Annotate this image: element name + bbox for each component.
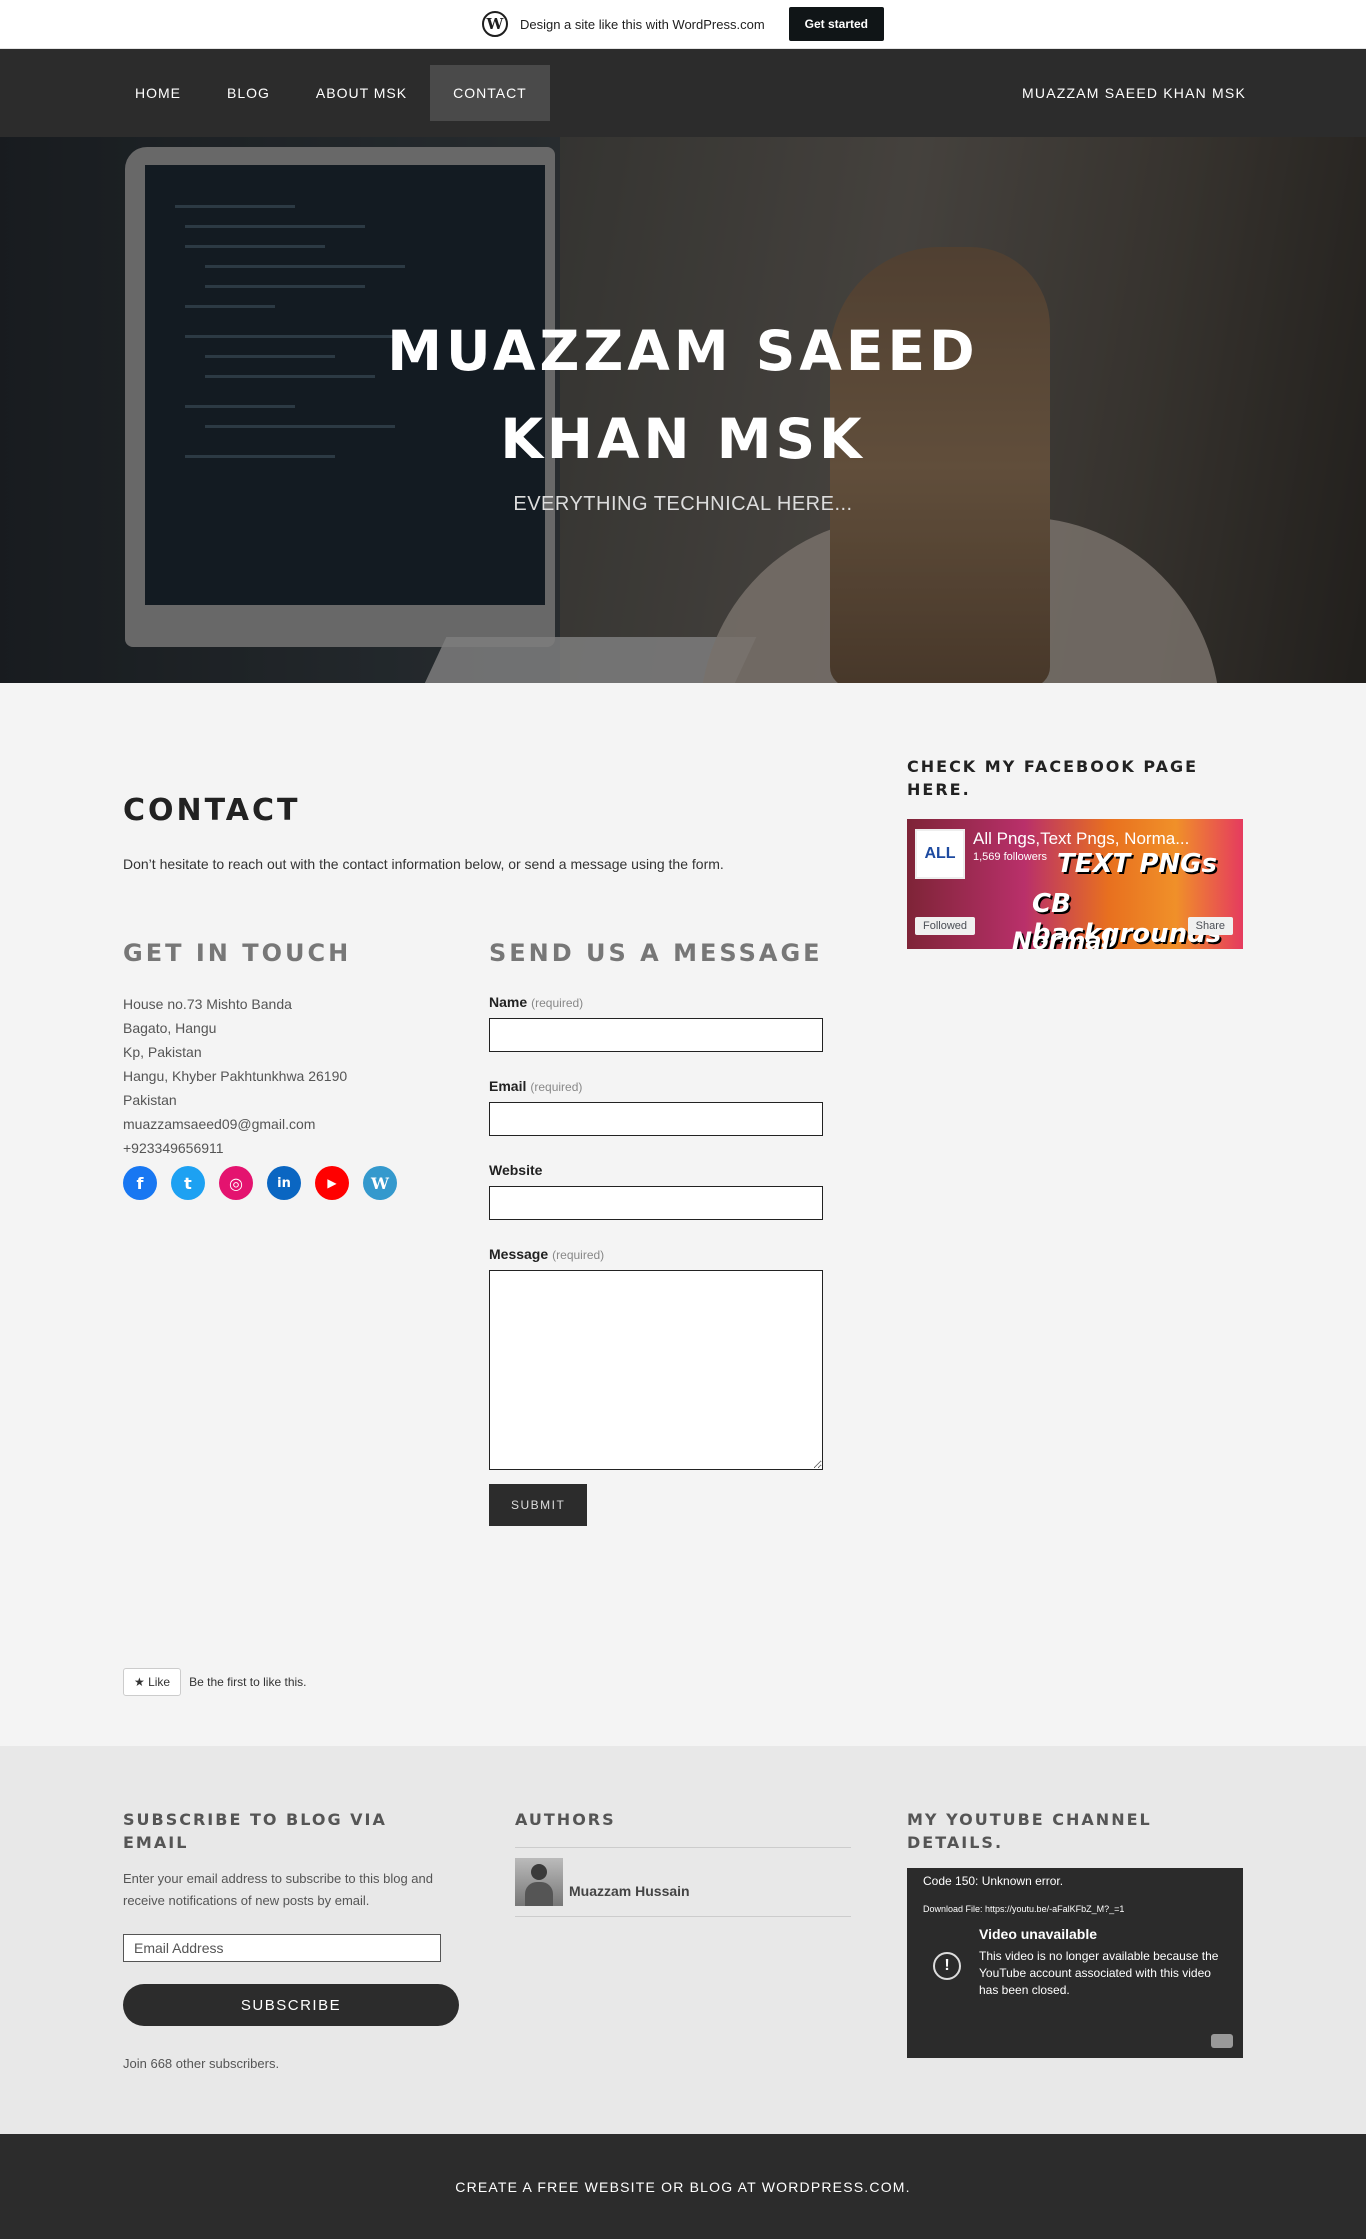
wordpress-icon[interactable]: W — [363, 1166, 397, 1200]
facebook-icon[interactable]: f — [123, 1166, 157, 1200]
address-line: Bagato, Hangu — [123, 1020, 217, 1036]
contact-address: House no.73 Mishto Banda Bagato, Hangu K… — [123, 992, 489, 1160]
page-intro: Don’t hesitate to reach out with the con… — [123, 856, 724, 872]
like-text: Be the first to like this. — [189, 1675, 307, 1689]
sidebar: CHECK MY FACEBOOK PAGE HERE. TEXT PNGs C… — [907, 755, 1243, 949]
youtube-heading: MY YOUTUBE CHANNEL DETAILS. — [907, 1810, 1152, 1852]
contact-email-link[interactable]: muazzamsaeed09@gmail.com — [123, 1112, 489, 1136]
nav-item-blog[interactable]: BLOG — [204, 65, 293, 121]
facebook-widget-heading: CHECK MY FACEBOOK PAGE HERE. — [907, 757, 1199, 799]
nav-item-home[interactable]: HOME — [112, 65, 204, 121]
fb-page-avatar[interactable]: ALL — [915, 829, 965, 879]
footer-wordpress-link[interactable]: CREATE A FREE WEBSITE OR BLOG AT WORDPRE… — [455, 2179, 910, 2195]
address-line: Pakistan — [123, 1092, 177, 1108]
name-label: Name (required) — [489, 994, 584, 1010]
site-name-link[interactable]: MUAZZAM SAEED KHAN MSK — [1022, 85, 1246, 101]
message-textarea[interactable] — [489, 1270, 823, 1470]
fb-page-name[interactable]: All Pngs,Text Pngs, Norma... — [973, 829, 1189, 849]
subscribe-widget: SUBSCRIBE TO BLOG VIA EMAIL Enter your e… — [123, 1808, 459, 2071]
wordpress-promo-bar: W Design a site like this with WordPress… — [0, 0, 1366, 49]
instagram-icon[interactable]: ◎ — [219, 1166, 253, 1200]
subscribe-button[interactable]: SUBSCRIBE — [123, 1984, 459, 2026]
address-line: Hangu, Khyber Pakhtunkhwa 26190 — [123, 1068, 348, 1084]
avatar[interactable] — [515, 1858, 563, 1906]
yt-download-link[interactable]: Download File: https://youtu.be/-aFalKFb… — [923, 1904, 1124, 1914]
contact-phone-link[interactable]: +923349656911 — [123, 1136, 489, 1160]
subscribe-text: Enter your email address to subscribe to… — [123, 1871, 434, 1908]
contact-article: CONTACT Don’t hesitate to reach out with… — [123, 793, 823, 1526]
youtube-logo-icon[interactable] — [1211, 2034, 1233, 2048]
subscribe-email-input[interactable] — [123, 1934, 441, 1962]
page-title: CONTACT — [123, 793, 301, 828]
fb-share-button[interactable]: Share — [1187, 917, 1233, 935]
address-line: House no.73 Mishto Banda — [123, 996, 292, 1012]
send-message-heading: SEND US A MESSAGE — [489, 939, 823, 967]
hero-banner: MUAZZAM SAEED KHAN MSK EVERYTHING TECHNI… — [0, 137, 1366, 683]
social-icons: f t ◎ in ▶ W — [123, 1166, 489, 1200]
nav-menu: HOME BLOG ABOUT MSK CONTACT — [112, 65, 550, 121]
website-label: Website — [489, 1162, 543, 1178]
submit-button[interactable]: SUBMIT — [489, 1484, 588, 1526]
fb-followers-count: 1,569 followers — [973, 851, 1047, 863]
main-navigation: HOME BLOG ABOUT MSK CONTACT MUAZZAM SAEE… — [0, 49, 1366, 137]
youtube-icon[interactable]: ▶ — [315, 1166, 349, 1200]
fb-followed-button[interactable]: Followed — [915, 917, 976, 935]
yt-unavailable-title: Video unavailable — [979, 1926, 1098, 1942]
warning-icon: ! — [933, 1952, 961, 1980]
author-list-item[interactable]: Muazzam Hussain — [515, 1847, 851, 1917]
name-input[interactable] — [489, 1018, 823, 1052]
yt-unavailable-message: This video is no longer available becaus… — [979, 1949, 1219, 1997]
like-widget: ★ Like Be the first to like this. — [123, 1668, 307, 1696]
like-button[interactable]: ★ Like — [123, 1668, 182, 1696]
email-input[interactable] — [489, 1102, 823, 1136]
website-input[interactable] — [489, 1186, 823, 1220]
contact-form: SEND US A MESSAGE Name (required) Email (r… — [489, 936, 823, 1526]
nav-item-about[interactable]: ABOUT MSK — [293, 65, 430, 121]
facebook-page-widget[interactable]: TEXT PNGs CB backgrounds Normal Backgrou… — [907, 819, 1243, 949]
get-started-button[interactable]: Get started — [788, 7, 885, 41]
twitter-icon[interactable]: t — [171, 1166, 205, 1200]
promo-text[interactable]: Design a site like this with WordPress.c… — [520, 17, 765, 32]
wordpress-logo-icon[interactable]: W — [481, 11, 508, 37]
subscribe-heading: SUBSCRIBE TO BLOG VIA EMAIL — [123, 1810, 387, 1852]
linkedin-icon[interactable]: in — [267, 1166, 301, 1200]
footer-widgets: SUBSCRIBE TO BLOG VIA EMAIL Enter your e… — [0, 1746, 1366, 2134]
get-in-touch-section: GET IN TOUCH House no.73 Mishto Banda Ba… — [123, 936, 489, 1526]
nav-item-contact[interactable]: CONTACT — [430, 65, 550, 121]
main-content: CONTACT Don’t hesitate to reach out with… — [0, 683, 1366, 1746]
youtube-player[interactable]: Code 150: Unknown error. Download File: … — [907, 1868, 1243, 2058]
site-title[interactable]: MUAZZAM SAEED KHAN MSK — [373, 307, 993, 483]
email-label: Email (required) — [489, 1078, 583, 1094]
site-tagline: EVERYTHING TECHNICAL HERE... — [513, 493, 853, 515]
subscriber-count: Join 668 other subscribers. — [123, 2056, 280, 2071]
authors-widget: AUTHORS Muazzam Hussain — [515, 1808, 851, 1917]
address-line: Kp, Pakistan — [123, 1044, 202, 1060]
author-name[interactable]: Muazzam Hussain — [569, 1883, 690, 1899]
message-label: Message (required) — [489, 1246, 605, 1262]
get-in-touch-heading: GET IN TOUCH — [123, 939, 352, 967]
site-footer: CREATE A FREE WEBSITE OR BLOG AT WORDPRE… — [0, 2134, 1366, 2239]
yt-error-code: Code 150: Unknown error. — [923, 1874, 1064, 1888]
fb-banner-text: TEXT PNGs — [1057, 849, 1217, 879]
youtube-widget: MY YOUTUBE CHANNEL DETAILS. Code 150: Un… — [907, 1808, 1243, 2058]
authors-heading: AUTHORS — [515, 1810, 616, 1829]
